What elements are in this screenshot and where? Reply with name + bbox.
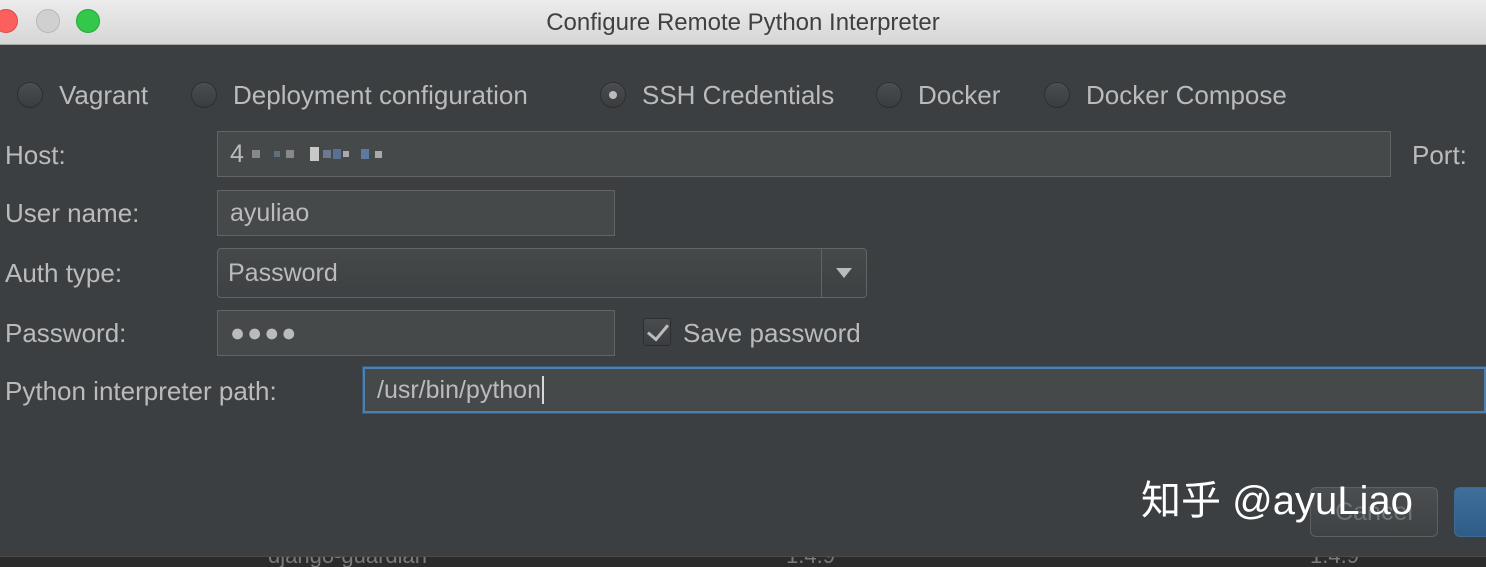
radio-vagrant[interactable]: Vagrant (17, 77, 148, 113)
watermark: 知乎 @ayuLiao (1141, 479, 1413, 523)
host-value: 4 (230, 139, 244, 168)
ok-button[interactable] (1454, 487, 1486, 537)
background-row-right: 1.4.9 (786, 557, 835, 567)
window-title: Configure Remote Python Interpreter (546, 9, 940, 36)
host-redacted-pixels (251, 147, 382, 161)
radio-button[interactable] (191, 82, 217, 108)
host-input[interactable]: 4 (217, 131, 1391, 177)
username-value: ayuliao (230, 198, 310, 227)
python-path-value: /usr/bin/python (377, 375, 541, 404)
password-input[interactable]: ●●●● (217, 310, 615, 356)
port-label: Port: (1412, 140, 1467, 170)
python-path-label: Python interpreter path: (5, 376, 277, 406)
python-path-input[interactable]: /usr/bin/python (363, 367, 1486, 413)
password-label: Password: (5, 318, 127, 348)
username-input[interactable]: ayuliao (217, 190, 615, 236)
radio-button[interactable] (876, 82, 902, 108)
password-value: ●●●● (230, 318, 299, 347)
auth-type-label: Auth type: (5, 258, 123, 288)
radio-label-docker: Docker (918, 79, 1001, 110)
radio-deployment-configuration[interactable]: Deployment configuration (191, 77, 528, 113)
background-row-right-2: 1.4.9 (1310, 557, 1359, 567)
text-caret (542, 376, 544, 404)
radio-button[interactable] (1044, 82, 1070, 108)
radio-label-docker-compose: Docker Compose (1086, 79, 1287, 110)
auth-type-select[interactable]: Password (217, 248, 867, 298)
dropdown-arrow[interactable] (821, 249, 866, 297)
radio-label-ssh-credentials: SSH Credentials (642, 79, 835, 110)
title-bar: Configure Remote Python Interpreter (0, 0, 1486, 45)
background-row-left: django-guardian (268, 557, 427, 567)
background-window-strip: django-guardian 1.4.9 1.4.9 (0, 556, 1486, 567)
checkmark-icon (646, 317, 670, 342)
radio-label-deployment-configuration: Deployment configuration (233, 79, 528, 110)
radio-docker[interactable]: Docker (876, 77, 1000, 113)
radio-label-vagrant: Vagrant (59, 79, 149, 110)
chevron-down-icon (836, 268, 852, 278)
username-label: User name: (5, 198, 140, 228)
radio-docker-compose[interactable]: Docker Compose (1044, 77, 1287, 113)
auth-type-value: Password (228, 258, 338, 287)
host-label: Host: (5, 140, 66, 170)
radio-button-selected[interactable] (600, 82, 626, 108)
radio-ssh-credentials[interactable]: SSH Credentials (600, 77, 834, 113)
save-password-label[interactable]: Save password (683, 318, 861, 349)
save-password-checkbox[interactable] (643, 317, 671, 346)
radio-button[interactable] (17, 82, 43, 108)
